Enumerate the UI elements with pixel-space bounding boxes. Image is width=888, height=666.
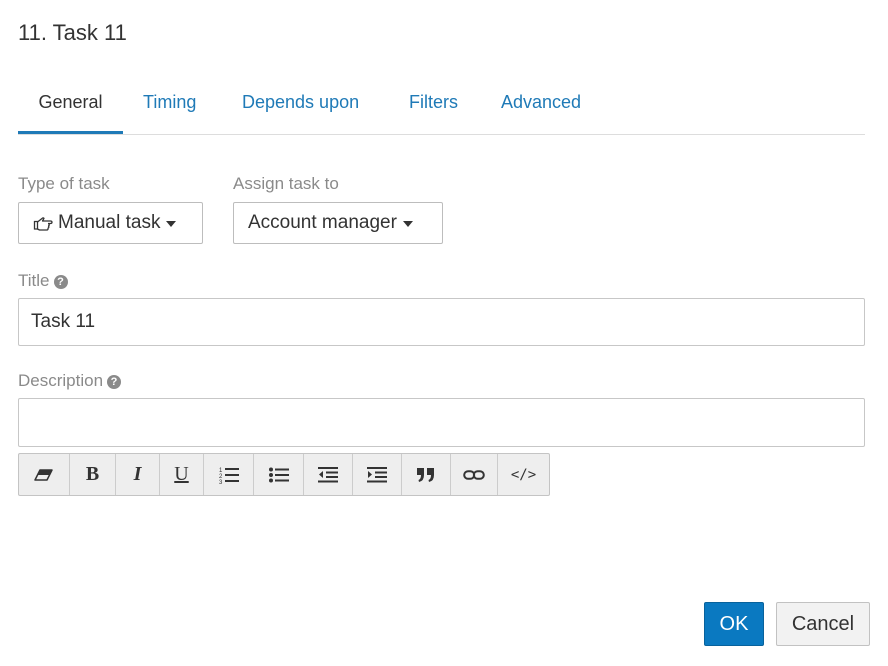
link-icon bbox=[463, 469, 485, 481]
code-button[interactable]: </> bbox=[498, 454, 549, 495]
type-of-task-label: Type of task bbox=[18, 174, 110, 193]
eraser-button[interactable] bbox=[19, 454, 70, 495]
tab-timing[interactable]: Timing bbox=[143, 82, 196, 132]
italic-icon: I bbox=[133, 463, 142, 485]
indent-icon bbox=[367, 466, 387, 483]
ok-button[interactable]: OK bbox=[704, 602, 764, 646]
title-input[interactable] bbox=[18, 298, 865, 346]
link-button[interactable] bbox=[451, 454, 498, 495]
cancel-button[interactable]: Cancel bbox=[776, 602, 870, 646]
chevron-down-icon bbox=[166, 221, 177, 227]
outdent-button[interactable] bbox=[304, 454, 353, 495]
type-of-task-value: Manual task bbox=[58, 212, 161, 233]
chevron-down-icon bbox=[402, 221, 413, 227]
question-circle-icon[interactable]: ? bbox=[107, 375, 122, 389]
hand-pointer-icon bbox=[33, 215, 53, 231]
assign-task-to-label: Assign task to bbox=[233, 174, 339, 193]
svg-text:3: 3 bbox=[219, 480, 223, 484]
tab-general[interactable]: General bbox=[18, 82, 123, 134]
italic-button[interactable]: I bbox=[116, 454, 160, 495]
quote-icon bbox=[416, 467, 436, 483]
assign-task-to-value: Account manager bbox=[248, 212, 397, 233]
title-label: Title bbox=[18, 271, 50, 290]
eraser-icon bbox=[34, 468, 54, 482]
description-label: Description bbox=[18, 371, 104, 390]
tab-advanced[interactable]: Advanced bbox=[501, 82, 581, 132]
tab-depends-upon[interactable]: Depends upon bbox=[242, 82, 359, 132]
tab-filters[interactable]: Filters bbox=[409, 82, 458, 132]
tab-bar: General Timing Depends upon Filters Adva… bbox=[18, 82, 865, 135]
blockquote-button[interactable] bbox=[402, 454, 451, 495]
code-icon: </> bbox=[510, 466, 537, 483]
indent-button[interactable] bbox=[353, 454, 402, 495]
title-label-row: Title? bbox=[18, 271, 68, 291]
underline-icon: U bbox=[174, 463, 189, 485]
outdent-icon bbox=[318, 466, 338, 483]
dialog-title: 11. Task 11 bbox=[18, 20, 127, 45]
question-circle-icon[interactable]: ? bbox=[53, 275, 68, 289]
unordered-list-button[interactable] bbox=[254, 454, 304, 495]
underline-button[interactable]: U bbox=[160, 454, 204, 495]
type-of-task-dropdown[interactable]: Manual task bbox=[18, 202, 203, 244]
assign-task-to-dropdown[interactable]: Account manager bbox=[233, 202, 443, 244]
editor-toolbar: B I U 123 </> bbox=[18, 453, 550, 496]
unordered-list-icon bbox=[268, 467, 289, 483]
bold-icon: B bbox=[85, 463, 100, 485]
bold-button[interactable]: B bbox=[70, 454, 116, 495]
description-label-row: Description? bbox=[18, 371, 122, 391]
ordered-list-button[interactable]: 123 bbox=[204, 454, 254, 495]
ordered-list-icon: 123 bbox=[219, 466, 239, 484]
description-input[interactable] bbox=[18, 398, 865, 447]
